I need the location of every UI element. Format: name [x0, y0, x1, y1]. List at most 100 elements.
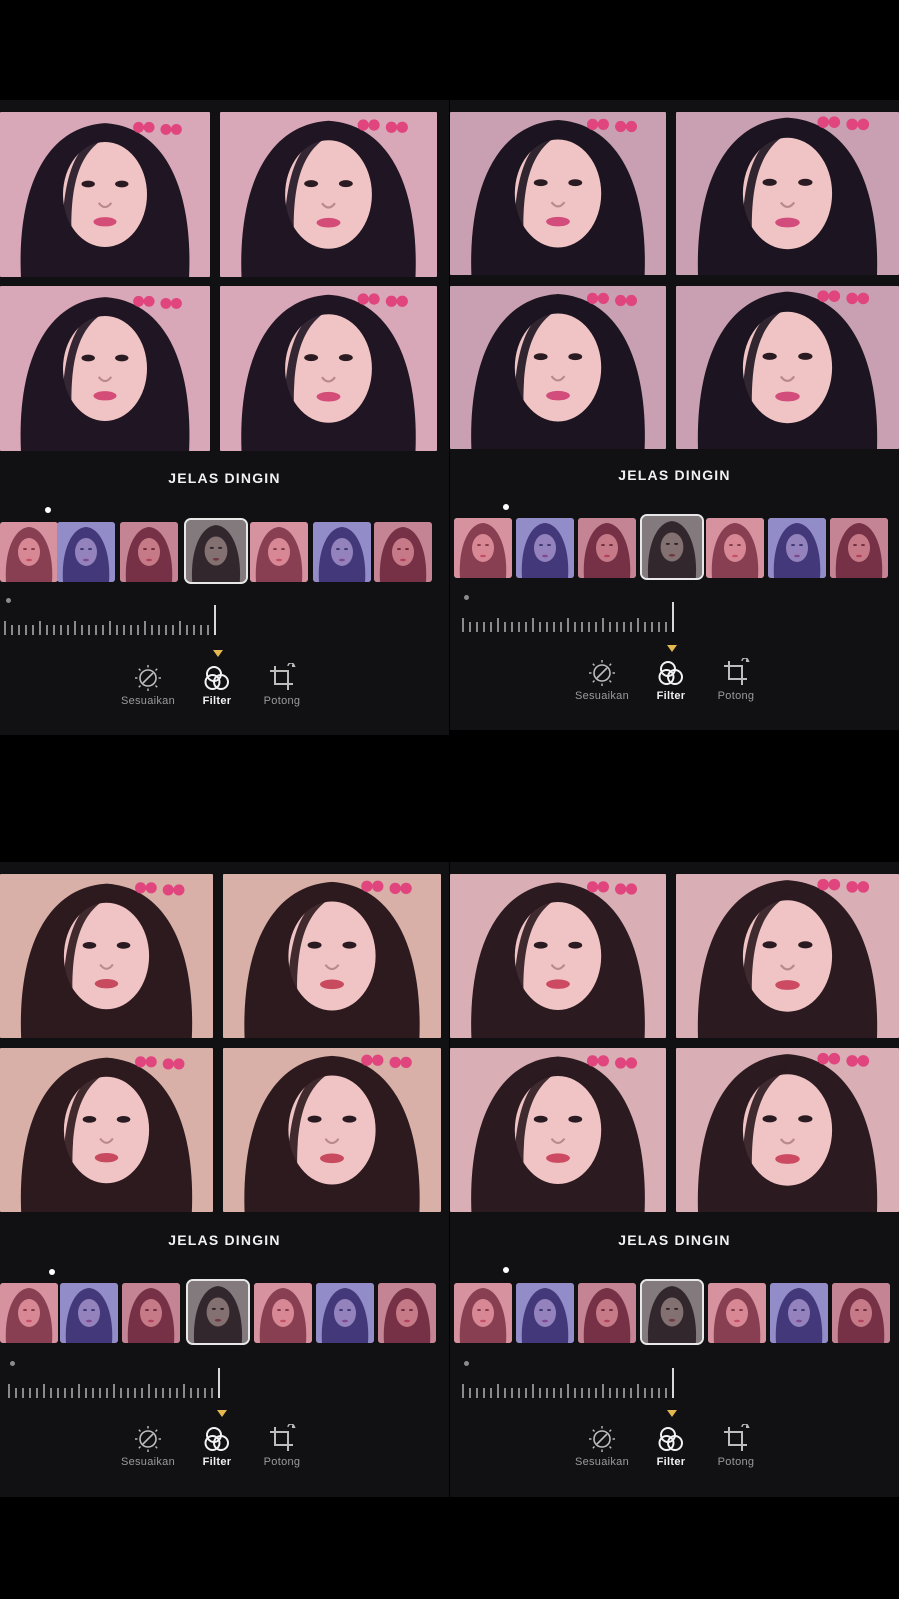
filter-name: JELAS DINGIN — [618, 1232, 731, 1248]
slider-tick — [469, 1388, 471, 1398]
slider-start-dot — [10, 1361, 15, 1366]
slider-tick — [74, 621, 76, 635]
filter-thumb[interactable] — [57, 522, 115, 582]
filter-thumb[interactable] — [578, 518, 636, 578]
slider-tick — [581, 1388, 583, 1398]
slider-tick — [92, 1388, 94, 1398]
slider-tick — [644, 1388, 646, 1398]
slider-tick — [85, 1388, 87, 1398]
filter-thumb[interactable] — [254, 1283, 312, 1343]
filter-strip[interactable] — [454, 514, 899, 580]
slider-tick — [151, 625, 153, 635]
tool-potong[interactable]: Potong — [242, 1424, 322, 1468]
slider-tick — [518, 1388, 520, 1398]
filter-thumb[interactable] — [250, 522, 308, 582]
filter-thumb[interactable] — [768, 518, 826, 578]
slider-tick — [560, 1388, 562, 1398]
tool-sesuaikan[interactable]: Sesuaikan — [562, 658, 642, 702]
intensity-slider[interactable] — [462, 592, 682, 632]
filter-strip[interactable] — [454, 1279, 899, 1345]
filter-thumb-selected[interactable] — [640, 514, 704, 580]
tool-label: Sesuaikan — [574, 1456, 630, 1468]
slider-tick — [581, 622, 583, 632]
tool-potong[interactable]: Potong — [696, 1424, 776, 1468]
editor-panel-4: JELAS DINGIN Sesuaikan Filter Potong — [450, 862, 899, 1497]
slider-tick — [102, 625, 104, 635]
filter-thumb[interactable] — [830, 518, 888, 578]
photo-tile — [223, 874, 441, 1038]
filter-thumb[interactable] — [708, 1283, 766, 1343]
filter-thumb-selected[interactable] — [186, 1279, 250, 1345]
slider-tick — [183, 1384, 185, 1398]
filter-thumb[interactable] — [0, 1283, 58, 1343]
slider-tick — [616, 1388, 618, 1398]
tool-bar: Sesuaikan Filter Potong — [450, 1424, 899, 1504]
slider-tick — [623, 1388, 625, 1398]
slider-tick — [602, 618, 604, 632]
filter-thumb[interactable] — [454, 1283, 512, 1343]
filter-thumb-selected[interactable] — [184, 518, 248, 584]
slider-tick — [137, 625, 139, 635]
slider-handle[interactable] — [672, 602, 674, 632]
intensity-slider[interactable] — [462, 1358, 682, 1398]
slider-tick — [4, 621, 6, 635]
slider-handle[interactable] — [214, 605, 216, 635]
tool-sesuaikan[interactable]: Sesuaikan — [108, 663, 188, 707]
filter-thumb[interactable] — [378, 1283, 436, 1343]
slider-tick — [539, 1388, 541, 1398]
filter-thumb[interactable] — [454, 518, 512, 578]
filter-thumb-selected[interactable] — [640, 1279, 704, 1345]
photo-tile — [676, 1048, 899, 1212]
tool-sesuaikan[interactable]: Sesuaikan — [108, 1424, 188, 1468]
slider-tick — [18, 625, 20, 635]
slider-tick — [144, 621, 146, 635]
tool-label: Sesuaikan — [120, 695, 176, 707]
slider-handle[interactable] — [672, 1368, 674, 1398]
filter-thumb[interactable] — [832, 1283, 890, 1343]
slider-tick — [665, 622, 667, 632]
filter-thumb[interactable] — [316, 1283, 374, 1343]
slider-tick — [595, 1388, 597, 1398]
tool-sesuaikan[interactable]: Sesuaikan — [562, 1424, 642, 1468]
filter-thumb[interactable] — [516, 1283, 574, 1343]
slider-tick — [518, 622, 520, 632]
slider-tick — [553, 1388, 555, 1398]
filter-thumb[interactable] — [60, 1283, 118, 1343]
filter-name: JELAS DINGIN — [168, 1232, 281, 1248]
photo-grid — [0, 100, 449, 451]
filter-strip[interactable] — [0, 1279, 445, 1345]
tool-bar: Sesuaikan Filter Potong — [0, 663, 449, 743]
slider-tick — [644, 622, 646, 632]
slider-tick — [11, 625, 13, 635]
filter-thumb[interactable] — [122, 1283, 180, 1343]
slider-tick — [32, 625, 34, 635]
slider-handle[interactable] — [218, 1368, 220, 1398]
slider-tick — [179, 621, 181, 635]
filter-strip[interactable] — [0, 518, 440, 584]
intensity-slider[interactable] — [8, 1358, 228, 1398]
tool-potong[interactable]: Potong — [696, 658, 776, 702]
filter-thumb[interactable] — [578, 1283, 636, 1343]
photo-tile — [676, 874, 899, 1038]
slider-tick — [637, 618, 639, 632]
slider-tick — [106, 1388, 108, 1398]
filter-thumb[interactable] — [706, 518, 764, 578]
slider-tick — [60, 625, 62, 635]
filter-thumb[interactable] — [120, 522, 178, 582]
tool-potong[interactable]: Potong — [242, 663, 322, 707]
intensity-slider[interactable] — [4, 595, 224, 635]
slider-tick — [123, 625, 125, 635]
filter-thumb[interactable] — [770, 1283, 828, 1343]
slider-tick — [46, 625, 48, 635]
filter-thumb[interactable] — [0, 522, 58, 582]
filter-thumb[interactable] — [516, 518, 574, 578]
active-tool-caret-icon — [667, 1410, 677, 1417]
filter-thumb[interactable] — [313, 522, 371, 582]
photo-grid — [0, 862, 449, 1214]
slider-tick — [95, 625, 97, 635]
photo-tile — [450, 112, 666, 275]
editor-panel-1: JELAS DINGIN Sesuaikan Filter Potong — [0, 100, 449, 735]
filter-thumb[interactable] — [374, 522, 432, 582]
slider-tick — [81, 625, 83, 635]
slider-tick — [169, 1388, 171, 1398]
